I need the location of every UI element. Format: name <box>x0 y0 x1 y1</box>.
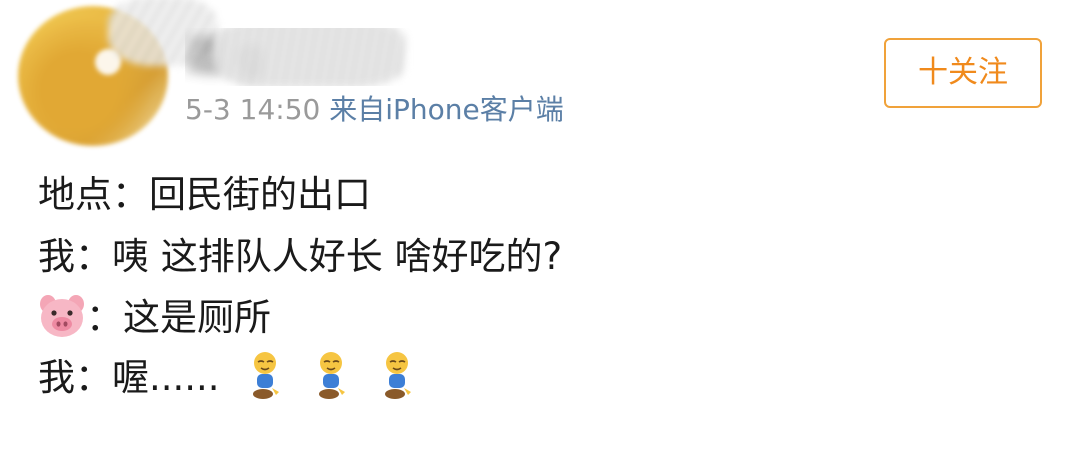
answer-text: ：这是厕所 <box>86 296 271 339</box>
post-line-question: 我：咦 这排队人好长 啥好吃的? <box>38 235 563 278</box>
follow-button[interactable]: 十关注 <box>884 38 1042 108</box>
kneeling-person-icon <box>311 350 351 402</box>
post-line-reply: 我：喔...... <box>38 350 417 406</box>
post-line-answer: ：这是厕所 <box>38 290 271 346</box>
reply-text: 我：喔...... <box>38 356 220 399</box>
post-line-location: 地点：回民街的出口 <box>38 173 371 216</box>
avatar[interactable] <box>18 6 168 146</box>
pig-face-icon <box>38 294 86 338</box>
post-time: 5-3 14:50 <box>185 93 321 126</box>
username[interactable]: 逗 g <box>185 28 415 86</box>
kneeling-person-icon <box>377 350 417 402</box>
post-meta: 5-3 14:50 来自iPhone客户端 <box>185 92 564 128</box>
weibo-post: 逗 g 5-3 14:50 来自iPhone客户端 十关注 地点：回民街的出口 … <box>0 0 1080 455</box>
post-source[interactable]: 来自iPhone客户端 <box>329 93 564 126</box>
kneeling-person-icon <box>245 350 285 402</box>
username-redaction <box>215 28 405 86</box>
